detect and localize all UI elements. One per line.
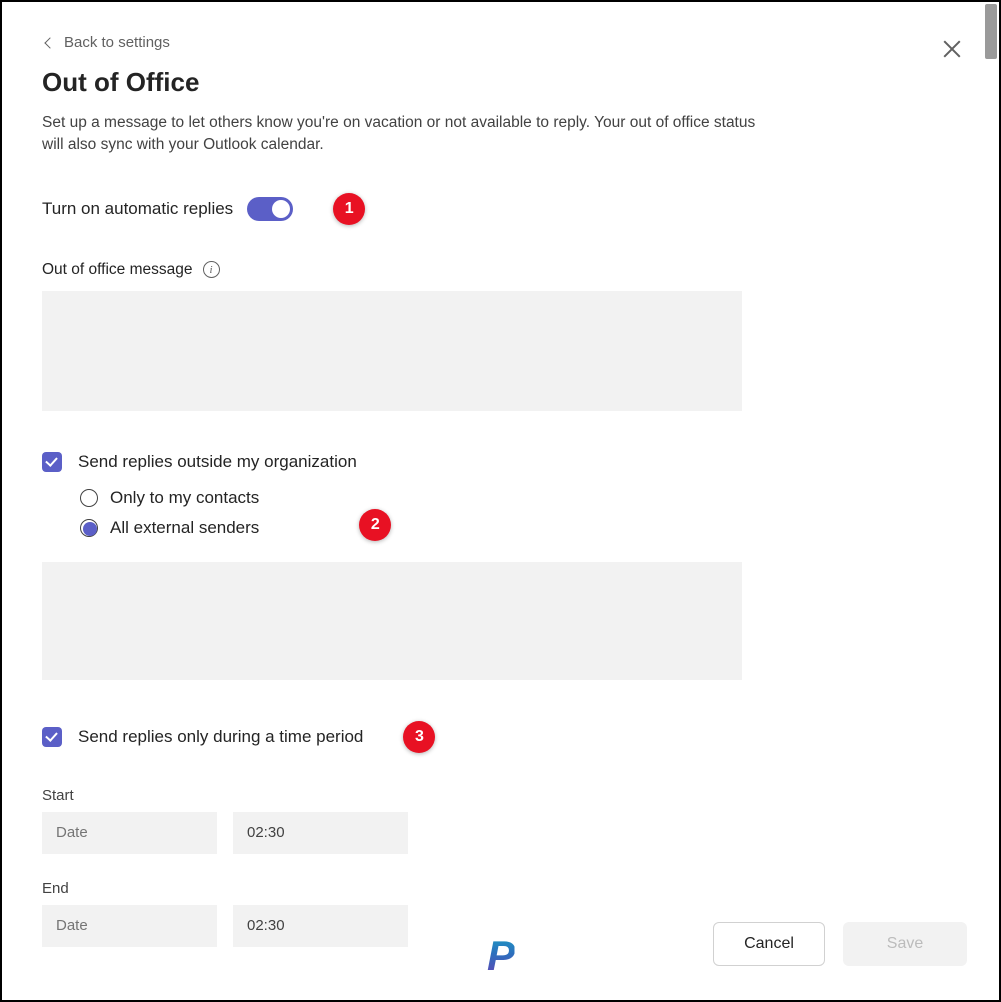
time-period-label: Send replies only during a time period bbox=[78, 727, 363, 747]
radio-circle-icon bbox=[80, 489, 98, 507]
time-period-checkbox[interactable] bbox=[42, 727, 62, 747]
automatic-replies-toggle[interactable] bbox=[247, 197, 293, 221]
info-icon[interactable]: i bbox=[203, 261, 220, 278]
watermark-logo: P bbox=[487, 932, 514, 980]
end-date-input[interactable] bbox=[42, 905, 217, 947]
annotation-badge-3: 3 bbox=[403, 721, 435, 753]
page-description: Set up a message to let others know you'… bbox=[42, 112, 772, 157]
end-label: End bbox=[42, 880, 959, 897]
ooo-message-textarea[interactable] bbox=[42, 291, 742, 411]
chevron-left-icon bbox=[44, 37, 55, 48]
radio-all-external[interactable]: All external senders bbox=[80, 518, 259, 538]
radio-only-contacts-label: Only to my contacts bbox=[110, 488, 259, 508]
page-title: Out of Office bbox=[42, 67, 959, 98]
annotation-badge-2: 2 bbox=[359, 509, 391, 541]
radio-all-external-label: All external senders bbox=[110, 518, 259, 538]
end-time-input[interactable] bbox=[233, 905, 408, 947]
save-button[interactable]: Save bbox=[843, 922, 967, 966]
send-outside-org-checkbox[interactable] bbox=[42, 452, 62, 472]
radio-only-contacts[interactable]: Only to my contacts bbox=[80, 488, 259, 508]
vertical-scrollbar[interactable] bbox=[985, 4, 997, 59]
send-outside-org-label: Send replies outside my organization bbox=[78, 452, 357, 472]
radio-circle-filled-icon bbox=[80, 519, 98, 537]
annotation-badge-1: 1 bbox=[333, 193, 365, 225]
close-icon[interactable] bbox=[941, 38, 963, 60]
start-date-input[interactable] bbox=[42, 812, 217, 854]
back-to-settings-link[interactable]: Back to settings bbox=[42, 34, 959, 51]
cancel-button[interactable]: Cancel bbox=[713, 922, 825, 966]
automatic-replies-label: Turn on automatic replies bbox=[42, 199, 233, 219]
ooo-message-label: Out of office message bbox=[42, 261, 193, 279]
external-message-textarea[interactable] bbox=[42, 562, 742, 680]
back-label: Back to settings bbox=[64, 34, 170, 51]
start-time-input[interactable] bbox=[233, 812, 408, 854]
start-label: Start bbox=[42, 787, 959, 804]
